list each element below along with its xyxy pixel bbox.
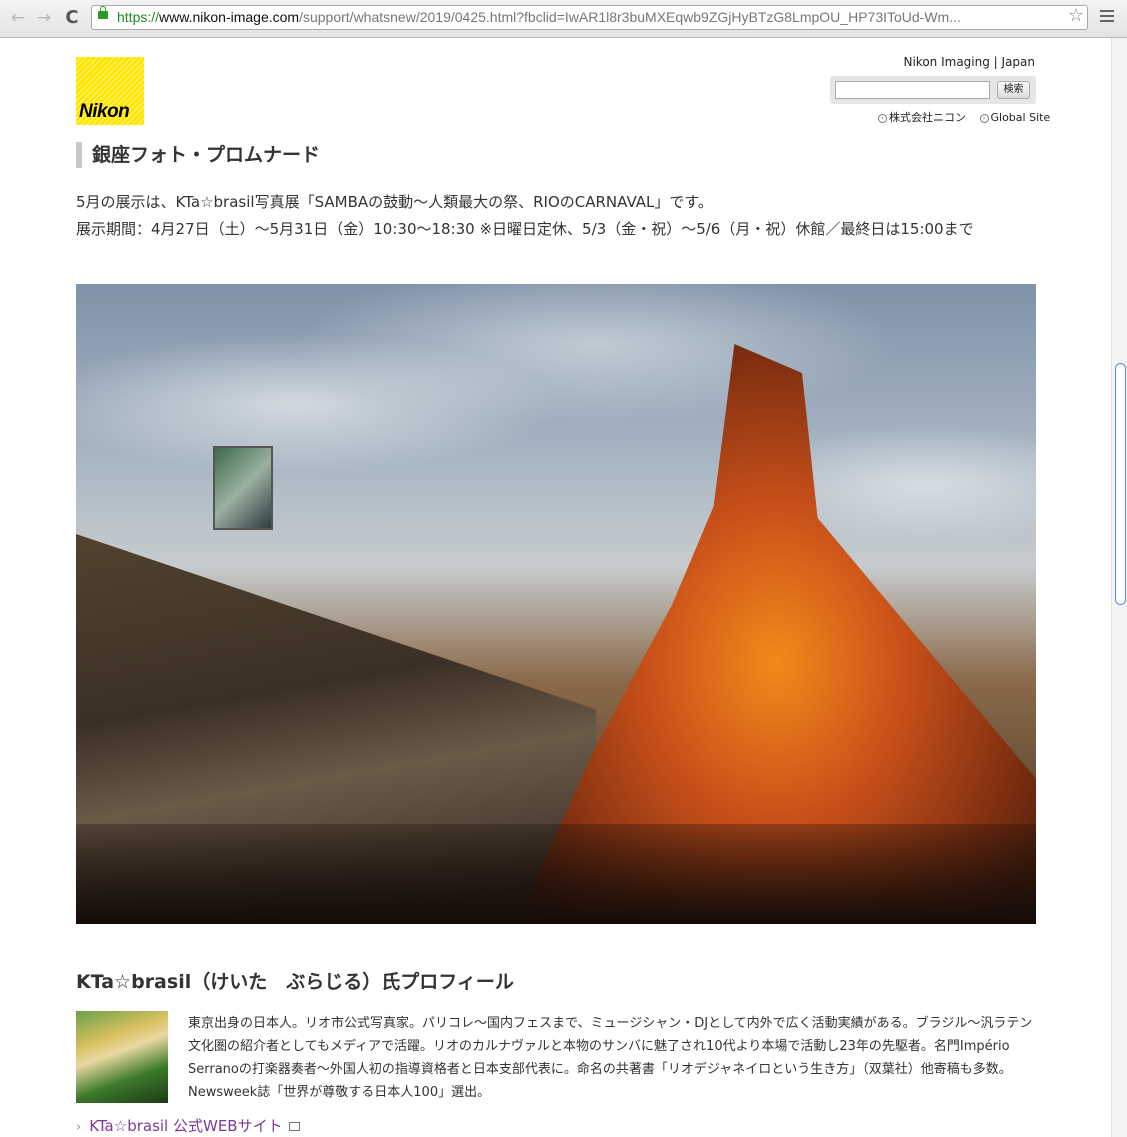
url-path: /support/whatsnew/2019/0425.html?fbclid=… [299, 9, 961, 25]
site-label-text[interactable]: Nikon Imaging [904, 55, 990, 69]
nikon-logo[interactable]: Nikon [76, 57, 144, 125]
official-site-link-label[interactable]: KTa☆brasil 公式WEBサイト [89, 1117, 282, 1135]
bookmark-star-icon[interactable]: ☆ [1068, 5, 1084, 26]
address-bar[interactable]: https://www.nikon-image.com/support/what… [91, 5, 1088, 30]
menu-icon[interactable] [1100, 10, 1114, 25]
intro-line-1: 5月の展示は、KTa☆brasil写真展「SAMBAの鼓動〜人類最大の祭、RIO… [76, 193, 713, 211]
scrollbar-thumb[interactable] [1115, 363, 1126, 605]
site-label: Nikon Imaging | Japan [903, 55, 1036, 69]
browser-toolbar: ← → C https://www.nikon-image.com/suppor… [0, 0, 1127, 38]
header-sub-links: › 株式会社ニコン › Global Site [868, 109, 1050, 125]
arrow-circle-icon: › [878, 114, 887, 123]
profile-title: KTa☆brasil（けいた ぶらじる）氏プロフィール [76, 971, 514, 993]
url-text: https://www.nikon-image.com/support/what… [117, 6, 961, 29]
profile-photo [76, 1011, 168, 1103]
reload-icon[interactable]: C [62, 8, 82, 28]
corp-link[interactable]: › 株式会社ニコン [878, 111, 966, 124]
arrow-circle-icon: › [979, 114, 989, 123]
page-title: 銀座フォト・プロムナード [76, 142, 320, 168]
back-icon[interactable]: ← [8, 8, 28, 28]
search-button[interactable]: 検索 [997, 81, 1030, 99]
scrollbar[interactable] [1111, 38, 1127, 1137]
logo-text: Nikon [79, 101, 130, 122]
url-scheme: https:// [117, 9, 160, 25]
hero-photo [76, 284, 1036, 924]
intro-line-2: 展示期間：4月27日（土）〜5月31日（金）10:30〜18:30 ※日曜日定休… [76, 220, 974, 238]
stadium-screen [213, 446, 273, 530]
official-site-link[interactable]: › KTa☆brasil 公式WEBサイト [76, 1115, 300, 1136]
forward-icon[interactable]: → [34, 8, 54, 28]
intro-text: 5月の展示は、KTa☆brasil写真展「SAMBAの鼓動〜人類最大の祭、RIO… [76, 189, 1036, 243]
lock-icon [98, 6, 108, 19]
region-label[interactable]: Japan [1002, 55, 1035, 69]
external-window-icon [288, 1122, 300, 1131]
crowd [76, 824, 1036, 924]
search-input[interactable] [835, 81, 990, 99]
search-area: 検索 [830, 76, 1036, 104]
profile-text: 東京出身の日本人。リオ市公式写真家。パリコレ〜国内フェスまで、ミュージシャン・D… [188, 1016, 1033, 1100]
chevron-right-icon: › [76, 1120, 82, 1135]
global-site-link[interactable]: › Global Site [979, 111, 1050, 124]
url-host: www.nikon-image.com [159, 9, 300, 25]
